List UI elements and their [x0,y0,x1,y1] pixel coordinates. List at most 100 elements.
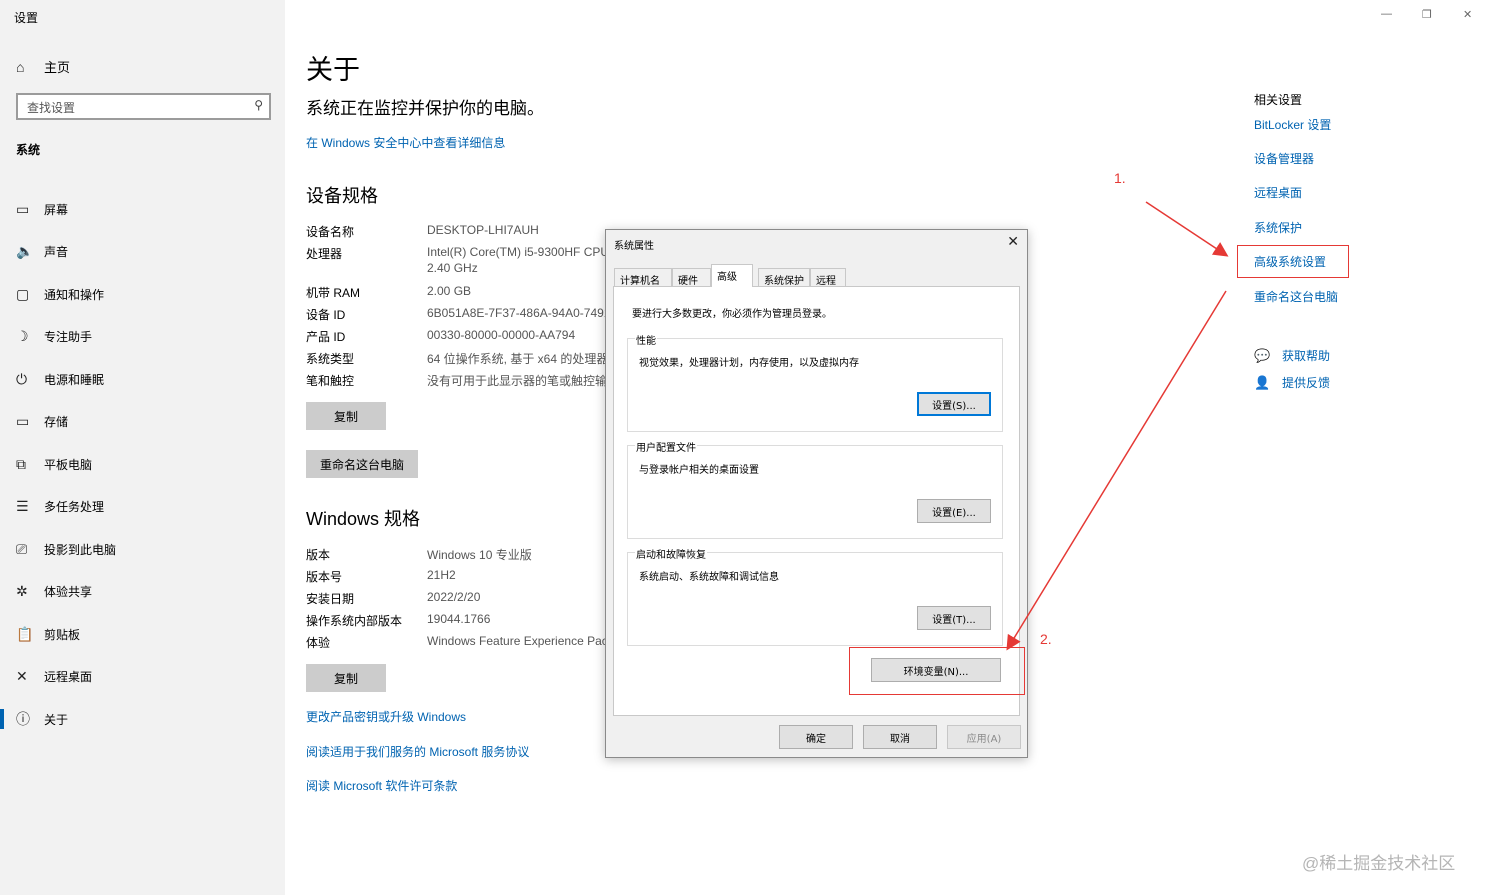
watermark: @稀土掘金技术社区 [1302,854,1456,873]
tab-advanced[interactable]: 高级 [711,264,753,287]
sidebar-item-label: 投影到此电脑 [44,542,117,557]
device-specs-heading: 设备规格 [306,186,378,206]
spec-value: 21H2 [427,568,456,582]
related-settings: 相关设置 [1254,91,1302,116]
dialog-close-icon[interactable]: ✕ [1007,234,1019,250]
sidebar-item[interactable]: 🔈 声音 [16,231,276,274]
give-feedback-link[interactable]: 👤 提供反馈 [1254,374,1330,391]
sidebar-item-label: 体验共享 [44,585,93,600]
minimize-icon[interactable]: — [1381,8,1392,20]
sidebar-item[interactable]: ⏻ 电源和睡眠 [16,358,276,401]
device-manager-link[interactable]: 设备管理器 [1254,150,1314,167]
bitlocker-link[interactable]: BitLocker 设置 [1254,116,1331,133]
spec-key: 设备名称 [306,225,355,239]
spec-key: 系统类型 [306,352,355,366]
spec-value: 64 位操作系统, 基于 x64 的处理器 [427,352,607,366]
sidebar-item[interactable]: ☽ 专注助手 [16,316,276,359]
spec-value: Intel(R) Core(TM) i5-9300HF CPU [427,245,607,259]
spec-value: 2022/2/20 [427,590,481,604]
sidebar-item-label: 屏幕 [44,202,69,217]
service-agreement-link[interactable]: 阅读适用于我们服务的 Microsoft 服务协议 [306,743,529,760]
search-icon[interactable]: ⚲ [254,98,263,112]
sidebar-item[interactable]: ▭ 存储 [16,401,276,444]
sidebar-item[interactable]: ✲ 体验共享 [16,571,276,614]
tab-system-protection[interactable]: 系统保护 [758,268,810,287]
spec-value: 6B051A8E-7F37-486A-94A0-7491 [427,306,607,320]
remote-desktop-link[interactable]: 远程桌面 [1254,184,1302,201]
rename-this-pc-link[interactable]: 重命名这台电脑 [1254,288,1338,305]
sidebar-item[interactable]: ⎚ 投影到此电脑 [16,528,276,571]
sidebar-item-label: 多任务处理 [44,500,105,515]
search-input[interactable]: 查找设置 ⚲ [16,93,271,120]
ok-button[interactable]: 确定 [779,725,853,749]
nav-home[interactable]: ⌂ 主页 [16,57,70,76]
spec-value-line2: 2.40 GHz [427,261,478,275]
license-terms-link[interactable]: 阅读 Microsoft 软件许可条款 [306,777,457,794]
notification-icon: ▢ [16,285,30,302]
sidebar-item-label: 存储 [44,415,69,430]
arrow-to-advanced-settings [1145,201,1229,257]
spec-key: 机带 RAM [306,286,361,300]
spec-value: Windows Feature Experience Pack [427,634,607,648]
dialog-title: 系统属性 [614,241,654,252]
sidebar-item[interactable]: ▢ 通知和操作 [16,273,276,316]
tab-remote[interactable]: 远程 [810,268,846,287]
user-profiles-label: 用户配置文件 [635,439,697,454]
monitor-icon: ▭ [16,200,30,217]
give-feedback-label: 提供反馈 [1282,376,1331,390]
power-icon: ⏻ [16,370,28,387]
copy-windows-specs-button[interactable]: 复制 [306,664,386,692]
sidebar-item-label: 通知和操作 [44,287,105,302]
startup-recovery-desc: 系统启动、系统故障和调试信息 [639,572,779,583]
cancel-button[interactable]: 取消 [863,725,937,749]
startup-recovery-label: 启动和故障恢复 [635,546,707,561]
help-icon: 💬 [1254,347,1271,363]
rename-pc-button[interactable]: 重命名这台电脑 [306,450,418,478]
apply-button[interactable]: 应用(A) [947,725,1021,749]
sidebar-item[interactable]: ☰ 多任务处理 [16,486,276,529]
sidebar-item[interactable]: ⧉ 平板电脑 [16,443,276,486]
share-icon: ✲ [16,583,28,600]
annotation-step-2: 2. [1040,631,1052,647]
performance-settings-button[interactable]: 设置(S)... [917,392,991,416]
sidebar-item-label: 专注助手 [44,330,93,345]
home-icon: ⌂ [16,58,25,75]
annotation-step-1: 1. [1114,170,1126,186]
get-help-link[interactable]: 💬 获取帮助 [1254,347,1330,364]
security-center-link[interactable]: 在 Windows 安全中心中查看详细信息 [306,134,505,151]
speaker-icon: 🔈 [16,243,34,260]
tab-hardware[interactable]: 硬件 [672,268,711,287]
user-profiles-settings-button[interactable]: 设置(E)... [917,499,991,523]
sidebar-item[interactable]: 📋 剪贴板 [16,613,276,656]
arrow-to-env-vars [1006,290,1227,651]
startup-recovery-group: 启动和故障恢复 系统启动、系统故障和调试信息 设置(T)... [627,546,1003,646]
system-protection-link[interactable]: 系统保护 [1254,219,1302,236]
get-help-label: 获取帮助 [1282,349,1331,363]
spec-key: 体验 [306,636,331,650]
sidebar-item[interactable]: ▭ 屏幕 [16,188,276,231]
spec-key: 设备 ID [306,308,346,322]
spec-value: 00330-80000-00000-AA794 [427,328,576,342]
sidebar-item-label: 平板电脑 [44,457,93,472]
sidebar-item-label: 关于 [44,712,69,727]
search-placeholder: 查找设置 [27,101,76,115]
admin-note: 要进行大多数更改，你必须作为管理员登录。 [632,309,832,320]
sidebar-item-label: 远程桌面 [44,670,93,685]
tab-computer-name[interactable]: 计算机名 [614,268,672,287]
nav-home-label: 主页 [44,60,71,75]
restore-icon[interactable]: ❐ [1422,8,1432,21]
section-label-system: 系统 [16,143,41,157]
user-profiles-group: 用户配置文件 与登录帐户相关的桌面设置 设置(E)... [627,439,1003,539]
spec-value: 没有可用于此显示器的笔或触控输入 [427,374,607,388]
copy-device-specs-button[interactable]: 复制 [306,402,386,430]
user-profiles-desc: 与登录帐户相关的桌面设置 [639,465,759,476]
project-icon: ⎚ [16,540,28,557]
sidebar-item[interactable]: ✕ 远程桌面 [16,656,276,699]
page-subtitle: 系统正在监控并保护你的电脑。 [306,99,544,118]
sidebar-item[interactable]: ⓘ 关于 [0,698,276,741]
startup-recovery-settings-button[interactable]: 设置(T)... [917,606,991,630]
close-icon[interactable]: ✕ [1463,8,1472,21]
performance-desc: 视觉效果，处理器计划，内存使用，以及虚拟内存 [639,358,859,369]
sidebar-item-label: 电源和睡眠 [44,372,105,387]
change-product-key-link[interactable]: 更改产品密钥或升级 Windows [306,708,466,725]
